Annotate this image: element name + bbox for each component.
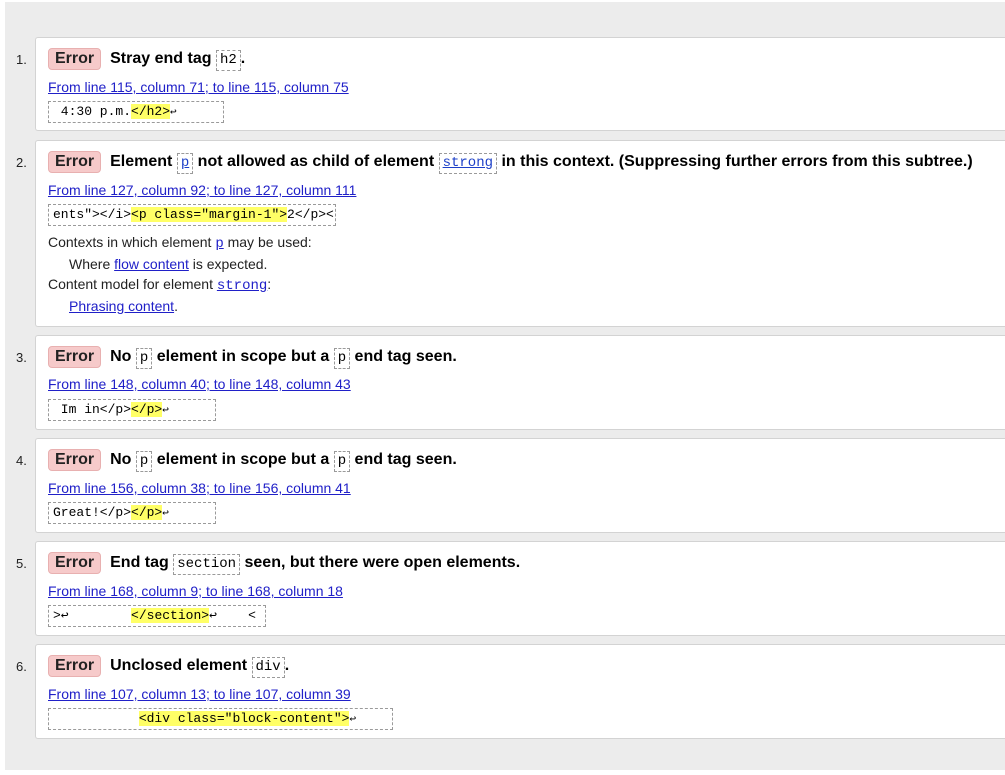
error-message-4: Error No p element in scope but a p end t… — [35, 438, 1005, 533]
source-extract: <div class="block-content">↩ — [48, 708, 393, 730]
message-heading: Error Stray end tag h2. — [48, 48, 245, 71]
content-model-note: Content model for element strong: — [48, 276, 272, 294]
source-extract: >↩ </section>↩ < — [48, 605, 266, 627]
location-link[interactable]: From line 107, column 13; to line 107, c… — [48, 686, 351, 702]
message-heading: Error Unclosed element div. — [48, 655, 289, 678]
source-extract: 4:30 p.m.</h2>↩ — [48, 101, 224, 123]
element-code: section — [173, 554, 241, 575]
error-message-5: Error End tag section seen, but there wer… — [35, 541, 1005, 636]
phrasing-content-link[interactable]: Phrasing content — [69, 298, 174, 314]
message-heading: Error End tag section seen, but there wer… — [48, 552, 520, 575]
message-number: 4. — [16, 453, 27, 468]
error-badge: Error — [48, 449, 102, 471]
location-link[interactable]: From line 156, column 38; to line 156, c… — [48, 480, 351, 496]
error-badge: Error — [48, 346, 102, 368]
message-number: 3. — [16, 350, 27, 365]
message-heading: Error No p element in scope but a p end t… — [48, 346, 457, 369]
message-number: 2. — [16, 155, 27, 170]
element-code-link[interactable]: strong — [438, 153, 498, 174]
error-message-3: Error No p element in scope but a p end t… — [35, 335, 1005, 430]
contexts-note: Contexts in which element p may be used: — [48, 234, 312, 252]
location-link[interactable]: From line 115, column 71; to line 115, c… — [48, 79, 349, 95]
phrasing-note: Phrasing content. — [69, 298, 178, 314]
location-link[interactable]: From line 127, column 92; to line 127, c… — [48, 182, 356, 198]
element-link[interactable]: strong — [217, 278, 267, 294]
where-note: Where flow content is expected. — [69, 256, 268, 272]
source-extract: ents"></i><p class="margin-1">2</p>< — [48, 204, 336, 226]
element-code-link[interactable]: p — [176, 153, 194, 174]
message-heading: Error Element p not allowed as child of e… — [48, 151, 973, 174]
error-message-6: Error Unclosed element div. From line 107… — [35, 644, 1005, 739]
source-extract: Im in</p></p>↩ — [48, 399, 216, 421]
error-message-2: Error Element p not allowed as child of e… — [35, 140, 1005, 327]
flow-content-link[interactable]: flow content — [114, 256, 189, 272]
element-code: div — [251, 657, 285, 678]
error-badge: Error — [48, 552, 102, 574]
error-badge: Error — [48, 151, 102, 173]
error-message-1: Error Stray end tag h2. From line 115, co… — [35, 37, 1005, 131]
location-link[interactable]: From line 168, column 9; to line 168, co… — [48, 583, 343, 599]
message-number: 1. — [16, 52, 27, 67]
element-code: h2 — [215, 50, 241, 71]
source-extract: Great!</p></p>↩ — [48, 502, 216, 524]
element-code: p — [135, 348, 153, 369]
element-code: p — [333, 348, 351, 369]
error-badge: Error — [48, 48, 102, 70]
element-code: p — [333, 451, 351, 472]
message-heading: Error No p element in scope but a p end t… — [48, 449, 457, 472]
element-code: p — [135, 451, 153, 472]
message-number: 5. — [16, 556, 27, 571]
error-badge: Error — [48, 655, 102, 677]
location-link[interactable]: From line 148, column 40; to line 148, c… — [48, 376, 351, 392]
element-link[interactable]: p — [215, 236, 223, 252]
message-number: 6. — [16, 659, 27, 674]
